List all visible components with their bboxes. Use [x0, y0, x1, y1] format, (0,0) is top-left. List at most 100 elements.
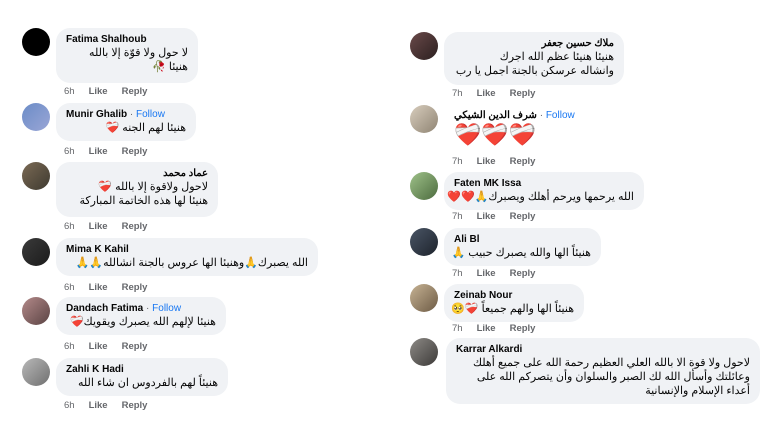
comment-actions: 6h Like Reply [64, 282, 161, 293]
follow-button[interactable]: Follow [152, 303, 181, 314]
reply-button[interactable]: Reply [510, 156, 536, 167]
comment-time[interactable]: 6h [64, 146, 75, 157]
avatar[interactable] [22, 162, 50, 190]
avatar[interactable] [410, 228, 438, 256]
comment-actions: 7h Like Reply [452, 323, 549, 334]
reply-button[interactable]: Reply [510, 211, 536, 222]
comment-text: وانشاله عرسكن بالجنة اجمل يا رب [455, 65, 614, 77]
comment-bubble: Mima K Kahil الله يصبرك🙏وهنيئا الها عروس… [56, 238, 318, 276]
comment-body: شرف الدين الشيكي · Follow ❤️‍🩹❤️‍🩹❤️‍🩹 [454, 109, 575, 148]
comment-text: أعداء الإسلام والإنسانية [645, 385, 750, 397]
comment-time[interactable]: 6h [64, 341, 75, 352]
avatar[interactable] [22, 28, 50, 56]
like-button[interactable]: Like [89, 146, 108, 157]
avatar[interactable] [22, 103, 50, 131]
comment-text: هنيئا 🥀 [152, 61, 188, 73]
reply-button[interactable]: Reply [122, 146, 148, 157]
comment-text: لا حول ولا قوّة إلا بالله [89, 47, 188, 59]
comment-actions: 6h Like Reply [64, 341, 161, 352]
comment-actions: 7h Like Reply [452, 156, 549, 167]
comment-text: لاحول ولاقوة إلا بالله ❤️‍🩹 [98, 181, 208, 193]
comment-time[interactable]: 6h [64, 86, 75, 97]
comment-text: هنيئاً الها والهم جميعاً ❤️‍🩹🥺 [451, 303, 574, 315]
avatar[interactable] [410, 32, 438, 60]
avatar[interactable] [22, 358, 50, 386]
comment-bubble: Ali Bl هنيئاً الها والله يصبرك حبيب 🙏 [444, 228, 601, 266]
comment-author[interactable]: Zeinab Nour [454, 289, 574, 302]
comment-author[interactable]: Ali Bl [454, 233, 591, 246]
reply-button[interactable]: Reply [122, 341, 148, 352]
comment-author[interactable]: عماد محمد [66, 167, 208, 180]
avatar[interactable] [410, 172, 438, 200]
comment-time[interactable]: 6h [64, 400, 75, 411]
comment-bubble: Fatima Shalhoub لا حول ولا قوّة إلا بالل… [56, 28, 198, 83]
comment-actions: 6h Like Reply [64, 146, 161, 157]
like-button[interactable]: Like [89, 282, 108, 293]
comment-actions: 7h Like Reply [452, 88, 549, 99]
avatar[interactable] [22, 297, 50, 325]
like-button[interactable]: Like [477, 268, 496, 279]
reply-button[interactable]: Reply [122, 221, 148, 232]
comment-text: وعائلتك وأسأل الله لك الصبر والسلوان وأن… [476, 371, 750, 383]
like-button[interactable]: Like [477, 156, 496, 167]
comment-author[interactable]: Faten MK Issa [454, 177, 634, 190]
comment-text: هنيئاً الها والله يصبرك حبيب 🙏 [451, 247, 591, 259]
comment-bubble: عماد محمد لاحول ولاقوة إلا بالله ❤️‍🩹 هن… [56, 162, 218, 217]
comment-time[interactable]: 6h [64, 282, 75, 293]
comment-actions: 7h Like Reply [452, 268, 549, 279]
avatar[interactable] [410, 284, 438, 312]
follow-button[interactable]: Follow [546, 110, 575, 121]
comment-author[interactable]: Karrar Alkardi [456, 343, 750, 356]
comment-author[interactable]: شرف الدين الشيكي · Follow [454, 109, 575, 122]
comment-author[interactable]: ملاك حسين جعفر [454, 37, 614, 50]
like-button[interactable]: Like [89, 221, 108, 232]
comment-author[interactable]: Munir Ghalib · Follow [66, 108, 186, 121]
comment-author[interactable]: Zahli K Hadi [66, 363, 218, 376]
comment-text: هنيئا لها هذه الخاتمة المباركة [79, 195, 208, 207]
comment-actions: 6h Like Reply [64, 400, 161, 411]
comment-bubble: Faten MK Issa الله يرحمها ويرحم أهلك ويص… [444, 172, 644, 210]
comment-bubble: Zahli K Hadi هنيئاً لهم بالفردوس ان شاء … [56, 358, 228, 396]
comment-bubble: Munir Ghalib · Follow هنيئا لهم الجنه ❤️… [56, 103, 196, 141]
follow-button[interactable]: Follow [136, 109, 165, 120]
avatar[interactable] [410, 338, 438, 366]
reply-button[interactable]: Reply [510, 323, 536, 334]
reply-button[interactable]: Reply [122, 400, 148, 411]
comment-author[interactable]: Dandach Fatima · Follow [66, 302, 216, 315]
like-button[interactable]: Like [89, 86, 108, 97]
comment-actions: 6h Like Reply [64, 86, 161, 97]
comment-bubble: Zeinab Nour هنيئاً الها والهم جميعاً ❤️‍… [444, 284, 584, 322]
avatar[interactable] [410, 105, 438, 133]
comment-text: هنيئاً لهم بالفردوس ان شاء الله [78, 377, 218, 389]
comment-time[interactable]: 7h [452, 323, 463, 334]
comment-time[interactable]: 7h [452, 268, 463, 279]
comment-text: الله يرحمها ويرحم أهلك ويصبرك🙏❤️❤️ [447, 191, 634, 203]
comment-text: هنيئا هنيئا عظم الله اجرك [499, 51, 614, 63]
comment-bubble: Karrar Alkardi لاحول ولا قوة الا بالله ا… [446, 338, 760, 404]
avatar[interactable] [22, 238, 50, 266]
like-button[interactable]: Like [477, 88, 496, 99]
comment-bubble: ملاك حسين جعفر هنيئا هنيئا عظم الله اجرك… [444, 32, 624, 85]
reply-button[interactable]: Reply [122, 86, 148, 97]
comment-author[interactable]: Fatima Shalhoub [66, 33, 188, 46]
comment-time[interactable]: 7h [452, 88, 463, 99]
like-button[interactable]: Like [89, 400, 108, 411]
comment-actions: 7h Like Reply [452, 211, 549, 222]
comment-bubble: Dandach Fatima · Follow هنيئا لإلهم الله… [56, 297, 226, 335]
comment-text: لاحول ولا قوة الا بالله العلي العظيم رحم… [473, 357, 750, 369]
comment-time[interactable]: 7h [452, 211, 463, 222]
reply-button[interactable]: Reply [510, 268, 536, 279]
comment-text: هنيئا لإلهم الله يصبرك ويقويك❤️‍🩹 [69, 316, 216, 328]
comment-time[interactable]: 7h [452, 156, 463, 167]
comment-text: الله يصبرك🙏وهنيئا الها عروس بالجنة انشال… [75, 257, 308, 269]
comment-time[interactable]: 6h [64, 221, 75, 232]
like-button[interactable]: Like [89, 341, 108, 352]
comment-actions: 6h Like Reply [64, 221, 161, 232]
like-button[interactable]: Like [477, 323, 496, 334]
reply-button[interactable]: Reply [122, 282, 148, 293]
like-button[interactable]: Like [477, 211, 496, 222]
comment-author[interactable]: Mima K Kahil [66, 243, 308, 256]
comment-text: ❤️‍🩹❤️‍🩹❤️‍🩹 [454, 122, 537, 147]
reply-button[interactable]: Reply [510, 88, 536, 99]
comment-text: هنيئا لهم الجنه ❤️‍🩹 [105, 122, 186, 134]
